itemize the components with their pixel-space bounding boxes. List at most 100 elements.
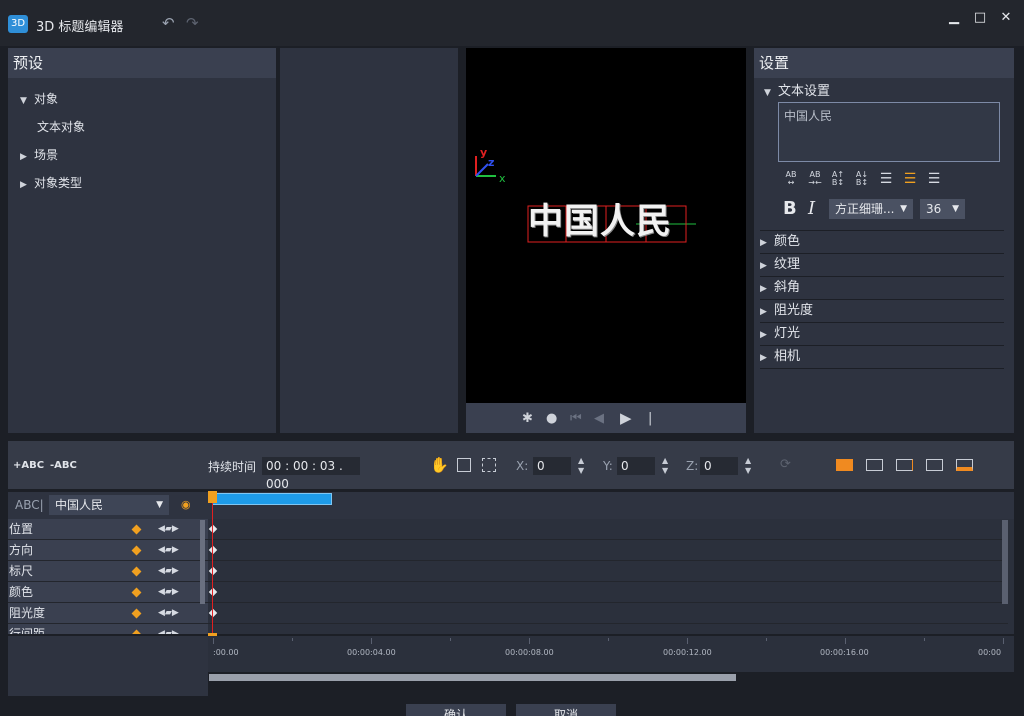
preview-canvas[interactable]: y z x 中国人民 [466, 48, 746, 403]
keyframe-icon[interactable] [131, 566, 142, 577]
axis-y-label: y [480, 146, 488, 159]
z-input[interactable]: 0 [700, 457, 738, 475]
z-label: Z: [686, 459, 699, 473]
time-ruler[interactable]: :00.00 00:00:04.00 00:00:08.00 00:00:12.… [208, 636, 1014, 672]
tree-item-object[interactable]: ▼ 对象 [20, 90, 58, 107]
playhead-handle[interactable] [208, 491, 217, 503]
settings-header: 设置 [754, 48, 1014, 78]
step-back-icon[interactable]: ◀ [594, 411, 604, 426]
motion-preset-4-icon[interactable] [926, 459, 943, 471]
x-input[interactable]: 0 [533, 457, 571, 475]
ok-button[interactable]: 确认 [406, 704, 506, 716]
y-spinner-icon[interactable]: ▲ ▼ [662, 456, 668, 476]
font-size-dropdown[interactable]: 36 ▼ [920, 199, 965, 219]
y-input[interactable]: 0 [617, 457, 655, 475]
marker-icon[interactable]: | [648, 411, 652, 426]
play-icon[interactable]: ▶ [620, 409, 632, 427]
section-texture[interactable]: ▶ 纹理 [760, 254, 1004, 277]
skip-back-icon[interactable]: ⏮ [570, 411, 582, 426]
track-row[interactable]: 位置 ◀▰▶ [8, 519, 208, 540]
chevron-right-icon: ▶ [760, 284, 767, 294]
timeline-scrollbar[interactable] [208, 672, 1003, 684]
chevron-right-icon: ▶ [20, 180, 27, 190]
keyframe-icon[interactable] [131, 524, 142, 535]
motion-preset-3-icon[interactable] [896, 459, 913, 471]
select-tool-icon[interactable] [457, 458, 471, 472]
minimize-button[interactable]: ▁ [946, 10, 962, 26]
section-light[interactable]: ▶ 灯光 [760, 323, 1004, 346]
cancel-button[interactable]: 取消 [516, 704, 616, 716]
reset-icon[interactable]: ⟳ [780, 457, 791, 472]
bug-icon[interactable]: ✱ [522, 411, 533, 426]
ruler-label: 00:00:12.00 [663, 648, 712, 657]
apple-icon[interactable]: ● [546, 411, 557, 426]
track-row[interactable]: 阻光度 ◀▰▶ [8, 603, 208, 624]
title-clip[interactable] [212, 493, 332, 505]
align-left-icon[interactable]: ☰ [877, 171, 895, 187]
keyframe-icon[interactable] [131, 545, 142, 556]
keyframe-nav-icon[interactable]: ◀▰▶ [158, 519, 179, 539]
preview-title-text[interactable]: 中国人民 [528, 202, 686, 242]
line-spacing-down-icon[interactable]: A↓ B↕ [853, 171, 871, 187]
keyframe-icon[interactable] [131, 629, 142, 634]
track-row[interactable]: 方向 ◀▰▶ [8, 540, 208, 561]
track-row[interactable]: 行间距 ◀▰▶ [8, 624, 208, 634]
x-spinner-icon[interactable]: ▲ ▼ [578, 456, 584, 476]
keyframe-nav-icon[interactable]: ◀▰▶ [158, 582, 179, 602]
maximize-button[interactable]: □ [972, 10, 988, 26]
duration-label: 持续时间 [208, 460, 257, 474]
section-color[interactable]: ▶ 颜色 [760, 231, 1004, 254]
line-spacing-up-icon[interactable]: A↑ B↕ [829, 171, 847, 187]
ruler-label: 00:00:04.00 [347, 648, 396, 657]
tree-item-scene[interactable]: ▶ 场景 [20, 146, 58, 163]
y-label: Y: [603, 459, 613, 473]
keyframe-nav-icon[interactable]: ◀▰▶ [158, 561, 179, 581]
z-spinner-icon[interactable]: ▲ ▼ [745, 456, 751, 476]
track-list-scrollbar[interactable] [200, 520, 205, 604]
fit-view-icon[interactable] [482, 458, 496, 472]
motion-preset-2-icon[interactable] [866, 459, 883, 471]
track-area[interactable] [208, 492, 1014, 634]
eye-icon[interactable]: ◉ [181, 498, 191, 511]
align-center-icon[interactable]: ☰ [901, 171, 919, 187]
keyframe-icon[interactable] [208, 524, 218, 534]
track-area-scrollbar[interactable] [1002, 520, 1008, 604]
hand-tool-icon[interactable]: ✋ [430, 456, 449, 474]
section-bevel[interactable]: ▶ 斜角 [760, 277, 1004, 300]
track-row[interactable]: 标尺 ◀▰▶ [8, 561, 208, 582]
keyframe-icon[interactable] [208, 545, 218, 555]
char-spacing-narrow-icon[interactable]: AB →← [806, 171, 824, 187]
section-opacity[interactable]: ▶ 阻光度 [760, 300, 1004, 323]
motion-preset-1-icon[interactable] [836, 459, 853, 471]
tree-item-text-object[interactable]: 文本对象 [37, 118, 85, 135]
keyframe-icon[interactable] [131, 587, 142, 598]
track-row[interactable]: 颜色 ◀▰▶ [8, 582, 208, 603]
text-settings-toggle[interactable]: ▼ 文本设置 [764, 80, 830, 99]
undo-icon[interactable]: ↶ [162, 14, 175, 32]
close-button[interactable]: ✕ [998, 10, 1014, 26]
bold-button[interactable]: B [783, 198, 797, 219]
char-spacing-wide-icon[interactable]: AB ↔ [782, 171, 800, 187]
remove-text-button[interactable]: -ABC [50, 460, 77, 471]
duration-input[interactable]: 00 : 00 : 03 . 000 [262, 457, 360, 491]
keyframe-nav-icon[interactable]: ◀▰▶ [158, 603, 179, 623]
title-text-input[interactable]: 中国人民 [778, 102, 1000, 162]
object-dropdown[interactable]: 中国人民 ▼ [49, 495, 169, 515]
keyframe-icon[interactable] [208, 608, 218, 618]
align-right-icon[interactable]: ☰ [925, 171, 943, 187]
keyframe-nav-icon[interactable]: ◀▰▶ [158, 624, 179, 634]
keyframe-nav-icon[interactable]: ◀▰▶ [158, 540, 179, 560]
motion-preset-5-icon[interactable] [956, 459, 973, 471]
redo-icon[interactable]: ↷ [186, 14, 199, 32]
keyframe-icon[interactable] [208, 566, 218, 576]
timeline-scroll-thumb[interactable] [209, 674, 736, 681]
keyframe-icon[interactable] [208, 587, 218, 597]
timeline-toolbar [8, 441, 1014, 489]
tree-item-object-type[interactable]: ▶ 对象类型 [20, 174, 82, 191]
keyframe-icon[interactable] [131, 608, 142, 619]
font-dropdown[interactable]: 方正细珊... ▼ [829, 199, 913, 219]
add-text-button[interactable]: +ABC [13, 460, 44, 471]
ruler-label: 00:00:16.00 [820, 648, 869, 657]
italic-button[interactable]: I [808, 198, 815, 219]
section-camera[interactable]: ▶ 相机 [760, 346, 1004, 369]
